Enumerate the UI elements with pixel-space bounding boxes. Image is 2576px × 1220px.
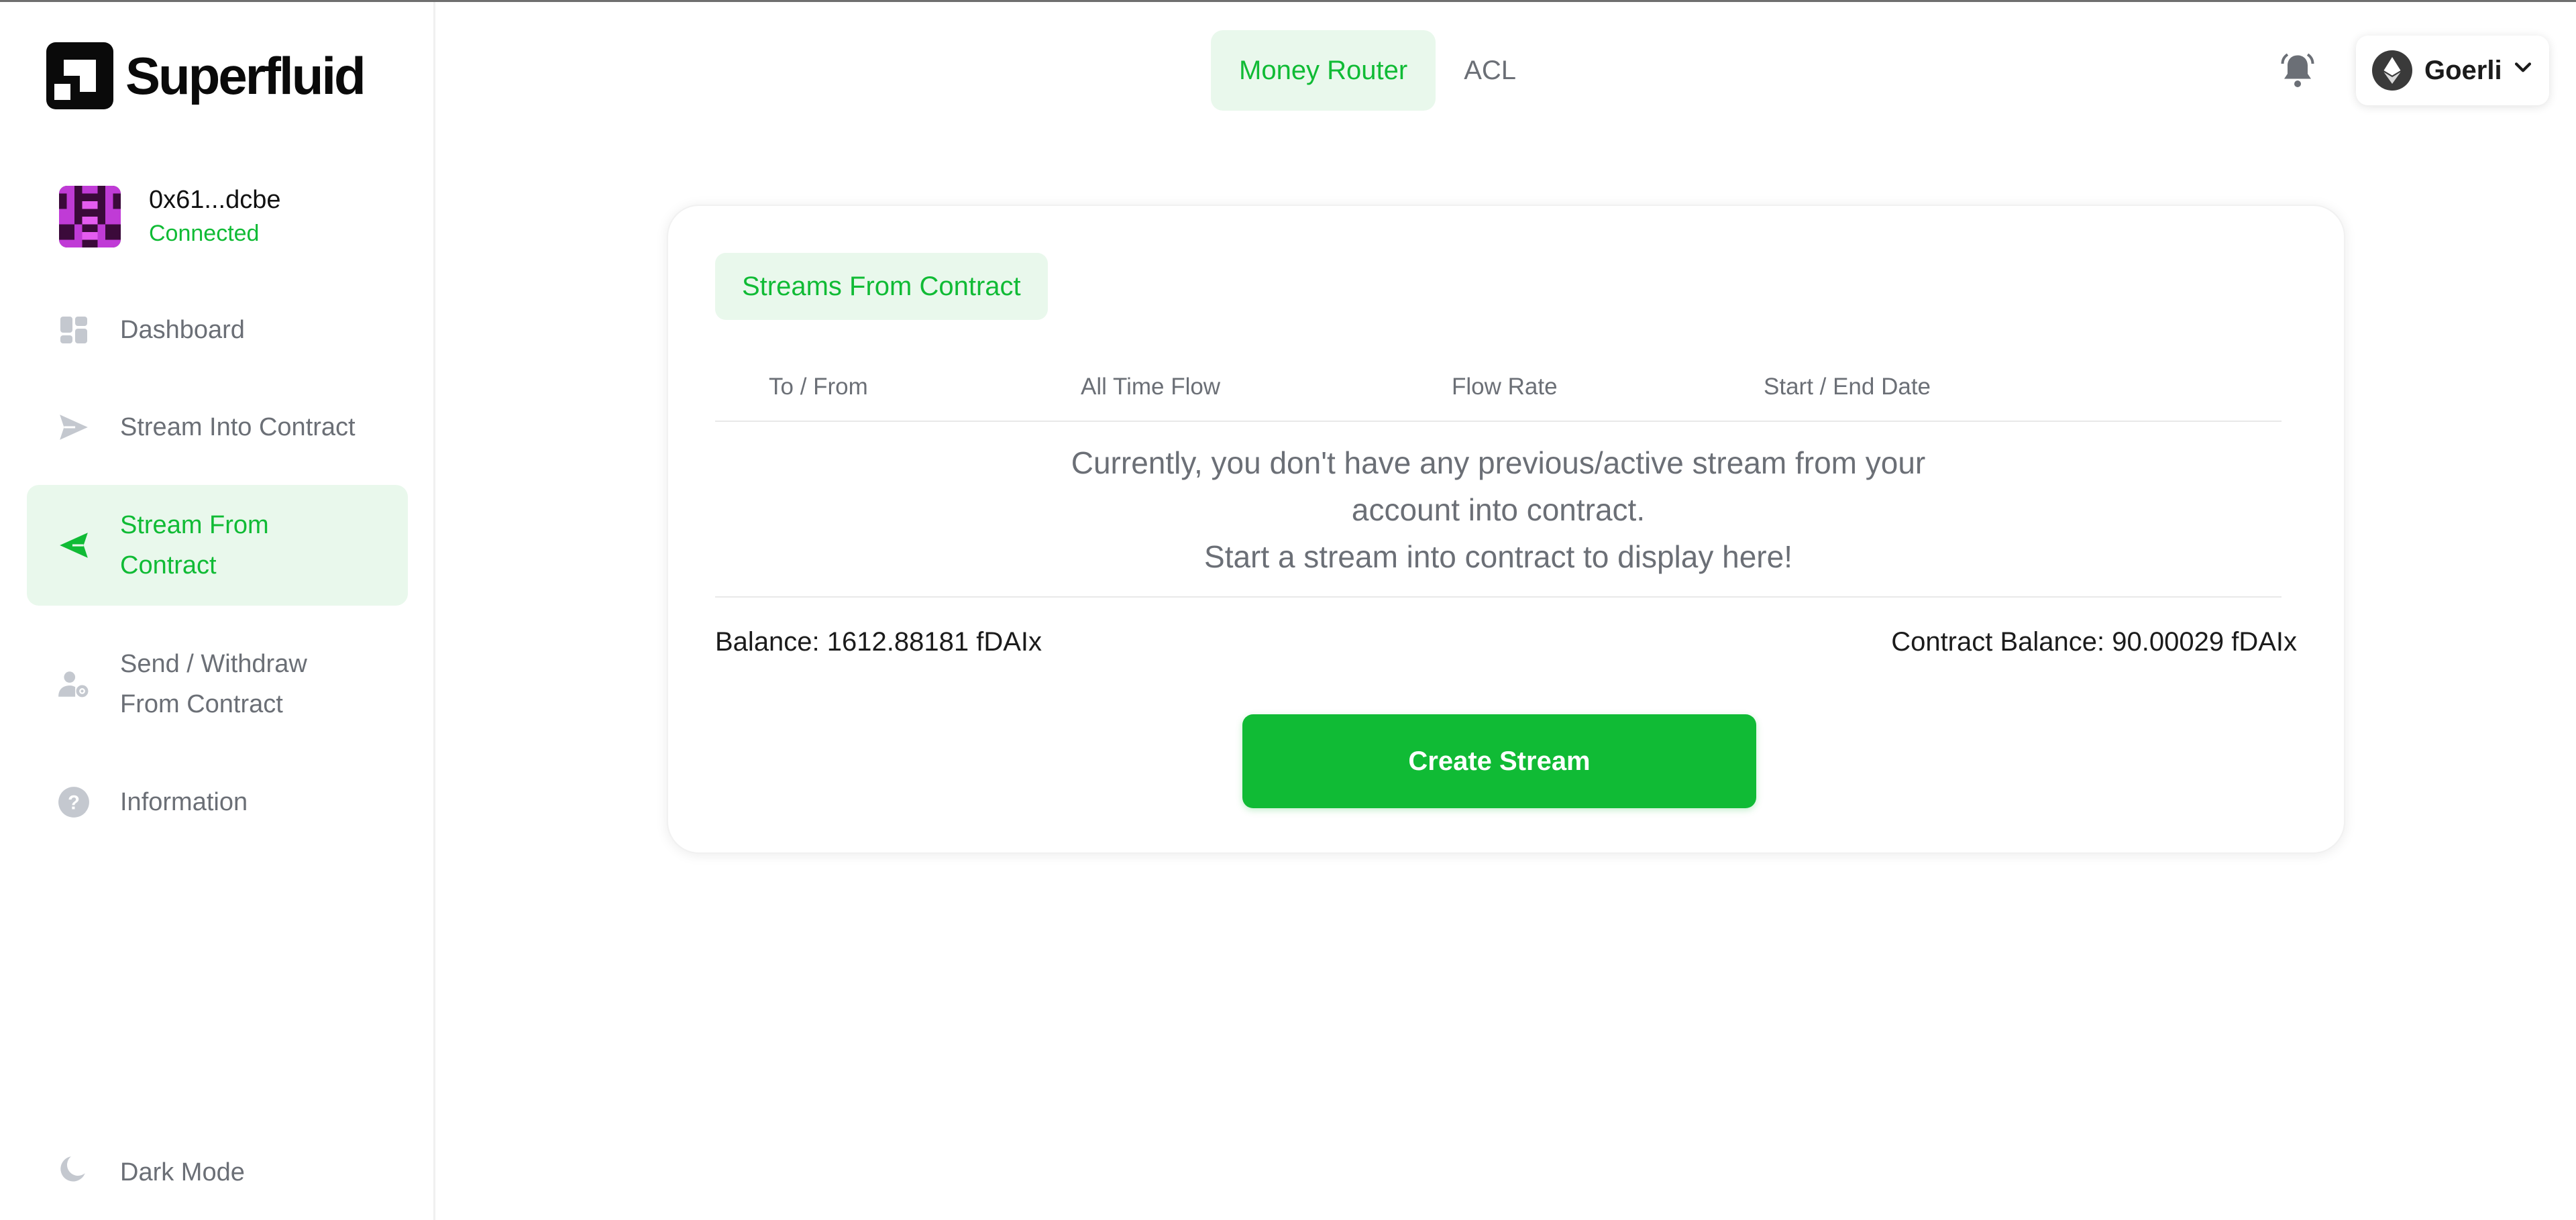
brand-name: Superfluid	[125, 46, 366, 105]
app-root: Superfluid 0x61...dcbe Connected Dashboa…	[0, 0, 2576, 1220]
sidebar-nav: Dashboard Stream Into Contract Stream Fr…	[27, 290, 408, 860]
top-tabs: Money Router ACL	[1211, 30, 1544, 111]
divider	[715, 596, 2282, 598]
empty-state-message: Currently, you don't have any previous/a…	[715, 439, 2282, 580]
sidebar-item-stream-from-contract[interactable]: Stream From Contract	[27, 485, 408, 606]
sidebar-item-label: Send / Withdraw From Contract	[120, 650, 307, 718]
receive-icon	[57, 529, 91, 562]
user-balance: Balance: 1612.88181 fDAIx	[715, 627, 1042, 657]
connection-status: Connected	[149, 221, 260, 246]
sidebar-item-label: Stream Into Contract	[120, 413, 356, 441]
sidebar-item-label: Dashboard	[120, 316, 245, 344]
help-icon: ?	[57, 785, 91, 819]
sidebar-item-label: Stream From Contract	[120, 511, 269, 579]
table-header: To / From All Time Flow Flow Rate Start …	[715, 353, 2282, 422]
sidebar-item-stream-into-contract[interactable]: Stream Into Contract	[27, 388, 408, 467]
superfluid-logo[interactable]: Superfluid	[46, 42, 366, 109]
dashboard-icon	[57, 313, 91, 347]
ethereum-icon	[2372, 50, 2412, 91]
empty-message-line: account into contract.	[1351, 492, 1646, 527]
svg-text:?: ?	[68, 792, 80, 814]
sidebar: Superfluid 0x61...dcbe Connected Dashboa…	[0, 2, 435, 1220]
chevron-down-icon	[2512, 56, 2534, 86]
empty-message-line: Start a stream into contract to display …	[1204, 539, 1792, 574]
account-panel[interactable]: 0x61...dcbe Connected	[59, 183, 280, 250]
moon-icon	[57, 1152, 91, 1193]
dark-mode-toggle[interactable]: Dark Mode	[57, 1152, 245, 1193]
sidebar-item-send-withdraw[interactable]: Send / Withdraw From Contract	[27, 624, 408, 744]
empty-message-line: Currently, you don't have any previous/a…	[1071, 445, 1926, 480]
tab-money-router[interactable]: Money Router	[1211, 30, 1436, 111]
contract-balance: Contract Balance: 90.00029 fDAIx	[1891, 627, 2297, 657]
streams-card: Streams From Contract To / From All Time…	[667, 205, 2345, 854]
notification-bell-icon[interactable]	[2277, 50, 2318, 91]
tab-streams-from-contract[interactable]: Streams From Contract	[715, 253, 1048, 320]
network-name: Goerli	[2424, 55, 2502, 85]
avatar	[59, 186, 121, 247]
column-start-end-date: Start / End Date	[1764, 374, 1931, 400]
network-selector[interactable]: Goerli	[2356, 36, 2549, 105]
sidebar-item-label: Information	[120, 788, 248, 816]
sidebar-item-dashboard[interactable]: Dashboard	[27, 290, 408, 370]
logo-mark-icon	[46, 42, 113, 109]
column-to-from: To / From	[769, 374, 868, 400]
send-icon	[57, 410, 91, 444]
tab-acl[interactable]: ACL	[1436, 30, 1544, 111]
user-settings-icon	[57, 667, 91, 701]
dark-mode-label: Dark Mode	[120, 1158, 245, 1186]
column-flow-rate: Flow Rate	[1452, 374, 1558, 400]
sidebar-item-information[interactable]: ? Information	[27, 763, 408, 842]
create-stream-button[interactable]: Create Stream	[1242, 714, 1756, 808]
account-address: 0x61...dcbe	[149, 186, 281, 214]
column-all-time-flow: All Time Flow	[1081, 374, 1221, 400]
